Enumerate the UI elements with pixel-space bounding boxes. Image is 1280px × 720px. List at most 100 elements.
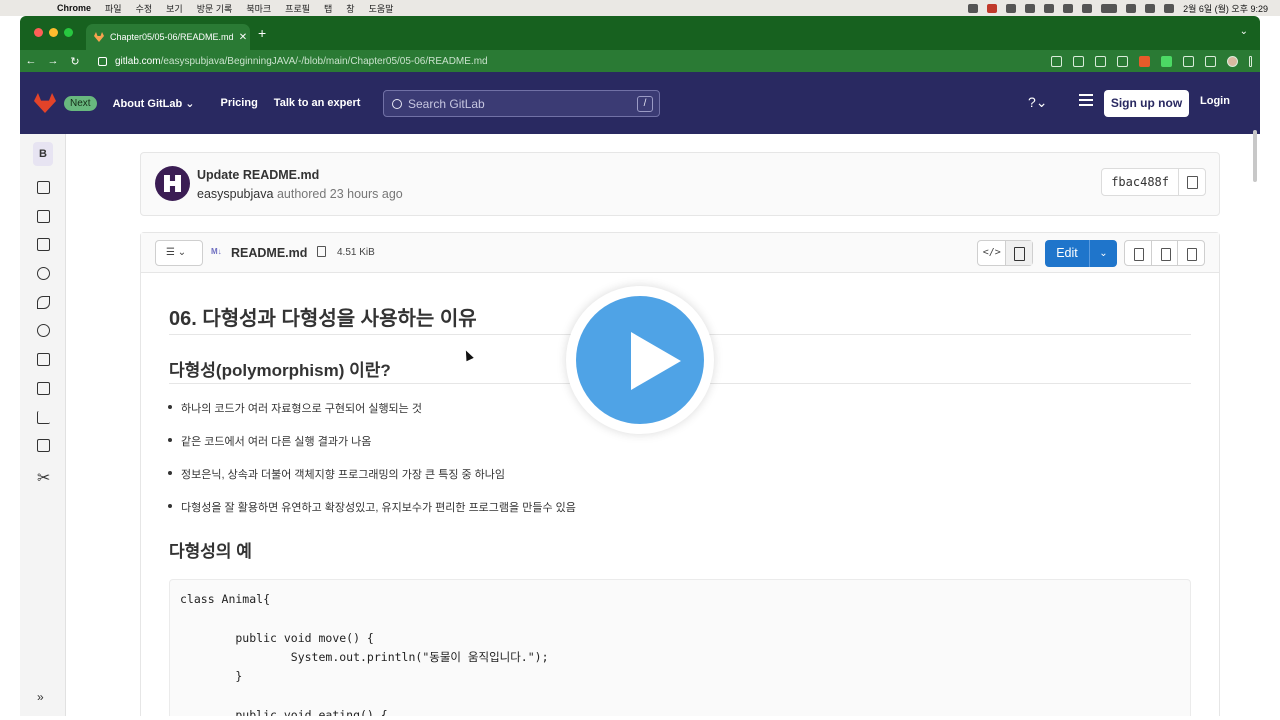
copy-contents-icon[interactable] xyxy=(1125,241,1151,265)
wiki-icon[interactable] xyxy=(37,439,50,452)
help-icon[interactable]: ?⌄ xyxy=(1028,94,1048,111)
share-icon[interactable] xyxy=(1095,55,1106,67)
extension-icon[interactable] xyxy=(1139,55,1150,67)
toolbar-actions xyxy=(1051,53,1252,69)
control-center-icon[interactable] xyxy=(1164,3,1175,13)
commit-author-link[interactable]: easyspubjava xyxy=(197,187,273,201)
tray-icon[interactable] xyxy=(1006,3,1017,13)
commit-meta: easyspubjava authored 23 hours ago xyxy=(197,187,403,201)
commit-sha-button[interactable]: fbac488f xyxy=(1102,169,1179,195)
pricing-link[interactable]: Pricing xyxy=(221,97,258,109)
menu-edit[interactable]: 수정 xyxy=(136,2,153,15)
deployments-icon[interactable] xyxy=(37,324,50,337)
apple-icon[interactable] xyxy=(34,3,43,13)
menu-bookmarks[interactable]: 북마크 xyxy=(246,2,271,15)
project-avatar[interactable]: B xyxy=(33,142,53,166)
merge-requests-icon[interactable] xyxy=(37,267,50,280)
analytics-icon[interactable] xyxy=(37,411,50,424)
menu-window[interactable]: 창 xyxy=(346,2,354,15)
menu-bar-clock[interactable]: 2월 6일 (월) 오후 9:29 xyxy=(1183,2,1268,15)
commit-sha-group: fbac488f xyxy=(1101,168,1206,196)
spotlight-icon[interactable] xyxy=(1145,3,1156,13)
menu-file[interactable]: 파일 xyxy=(105,2,122,15)
download-icon[interactable] xyxy=(1177,241,1204,265)
chevron-down-icon: ⌄ xyxy=(185,97,195,110)
menu-view[interactable]: 보기 xyxy=(166,2,183,15)
address-bar[interactable]: gitlab.com /easyspubjava/BeginningJAVA/-… xyxy=(98,52,1198,70)
ci-cd-icon[interactable] xyxy=(37,296,50,309)
minimize-window-icon[interactable] xyxy=(49,28,58,37)
snippets-icon[interactable]: ✂ xyxy=(37,468,50,487)
collapse-sidebar-icon[interactable]: » xyxy=(37,690,44,704)
close-window-icon[interactable] xyxy=(34,28,43,37)
tray-icon[interactable] xyxy=(968,3,979,13)
issues-icon[interactable] xyxy=(37,238,50,251)
page-scrollbar[interactable] xyxy=(1253,130,1257,182)
copy-sha-icon[interactable] xyxy=(1179,169,1205,195)
play-button[interactable] xyxy=(566,286,714,434)
talk-to-expert-link[interactable]: Talk to an expert xyxy=(274,97,361,109)
close-tab-icon[interactable]: ✕ xyxy=(236,32,250,43)
repository-icon[interactable] xyxy=(37,210,50,223)
search-input[interactable] xyxy=(408,96,633,111)
gitlab-favicon-icon xyxy=(94,32,104,42)
new-tab-icon[interactable]: + xyxy=(258,25,266,41)
bookmark-star-icon[interactable] xyxy=(1117,55,1128,67)
url-path: /easyspubjava/BeginningJAVA/-/blob/main/… xyxy=(160,55,488,67)
table-of-contents-button[interactable]: ☰ ⌄ xyxy=(155,240,203,266)
about-gitlab-link[interactable]: About GitLab ⌄ xyxy=(113,97,195,110)
search-shortcut-key: / xyxy=(637,96,653,112)
zoom-window-icon[interactable] xyxy=(64,28,73,37)
hamburger-menu-icon[interactable] xyxy=(1079,94,1093,106)
tab-search-chevron-icon[interactable]: ⌄ xyxy=(1240,26,1248,37)
volume-icon[interactable] xyxy=(1044,3,1055,13)
edit-dropdown-chevron-icon[interactable]: ⌄ xyxy=(1089,240,1117,267)
browser-tab-bar: Chapter05/05-06/README.md ✕ + ⌄ xyxy=(20,16,1260,50)
more-menu-icon[interactable] xyxy=(1249,55,1252,67)
tray-icon[interactable] xyxy=(1025,3,1036,13)
reload-icon[interactable]: ↻ xyxy=(64,55,86,68)
monitor-icon[interactable] xyxy=(37,382,50,395)
menu-profiles[interactable]: 프로필 xyxy=(285,2,310,15)
wifi-icon[interactable] xyxy=(1126,3,1137,13)
display-rendered-icon[interactable] xyxy=(1005,241,1032,265)
menu-app-chrome[interactable]: Chrome xyxy=(57,3,91,13)
gitlab-logo-icon[interactable] xyxy=(34,93,56,113)
project-overview-icon[interactable] xyxy=(37,181,50,194)
file-actions xyxy=(1124,240,1205,266)
play-icon xyxy=(631,332,681,390)
play-button-circle xyxy=(576,296,704,424)
menu-bar-tray: 2월 6일 (월) 오후 9:29 xyxy=(968,0,1268,16)
search-box[interactable]: / xyxy=(383,90,660,117)
side-panel-icon[interactable] xyxy=(1205,55,1216,67)
browser-tab[interactable]: Chapter05/05-06/README.md ✕ xyxy=(86,24,250,50)
login-link[interactable]: Login xyxy=(1200,95,1230,107)
back-icon[interactable]: ← xyxy=(20,55,42,67)
translate-icon[interactable] xyxy=(1051,55,1062,67)
display-source-icon[interactable]: </> xyxy=(978,241,1005,265)
forward-icon[interactable]: → xyxy=(42,55,64,67)
bluetooth-icon[interactable] xyxy=(1082,3,1093,13)
next-badge[interactable]: Next xyxy=(64,95,97,111)
menu-help[interactable]: 도움말 xyxy=(369,2,394,15)
tab-title: Chapter05/05-06/README.md xyxy=(110,32,234,42)
sign-up-button[interactable]: Sign up now xyxy=(1104,90,1189,117)
battery-icon[interactable] xyxy=(1101,3,1118,13)
zoom-icon[interactable] xyxy=(1073,55,1084,67)
commit-title-link[interactable]: Update README.md xyxy=(197,168,319,182)
author-avatar[interactable] xyxy=(155,166,190,201)
extensions-puzzle-icon[interactable] xyxy=(1183,55,1194,67)
menu-tab[interactable]: 탭 xyxy=(324,2,332,15)
extension-icon[interactable] xyxy=(1161,55,1172,67)
search-icon xyxy=(392,98,402,109)
url-host: gitlab.com xyxy=(115,55,161,67)
lock-icon[interactable] xyxy=(98,56,107,66)
menu-history[interactable]: 방문 기록 xyxy=(197,2,233,15)
edit-button[interactable]: Edit xyxy=(1045,240,1089,267)
profile-avatar-icon[interactable] xyxy=(1227,55,1238,67)
copy-file-path-icon[interactable] xyxy=(317,246,326,257)
packages-icon[interactable] xyxy=(37,353,50,366)
record-icon[interactable] xyxy=(987,3,998,13)
open-raw-icon[interactable] xyxy=(1150,241,1178,265)
keyboard-icon[interactable] xyxy=(1063,3,1074,13)
